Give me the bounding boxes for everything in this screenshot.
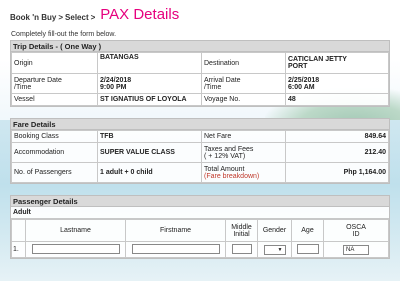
middle-header-line-1: Middle <box>231 223 252 231</box>
departure-label-line-1: Departure Date <box>14 76 62 84</box>
osca-id-header: OSCA ID <box>323 219 389 242</box>
departure-label: Departure Date /Time <box>11 73 98 94</box>
lastname-header: Lastname <box>25 219 126 242</box>
middle-initial-input[interactable] <box>231 243 252 254</box>
origin-value: BATANGAS <box>97 52 202 74</box>
gender-cell: ▼ <box>257 241 292 258</box>
breadcrumb-book-n-buy[interactable]: Book 'n Buy <box>10 13 56 22</box>
voyage-label: Voyage No. <box>201 93 286 106</box>
net-fare-label: Net Fare <box>201 130 286 143</box>
middle-header-line-2: Initial <box>233 230 250 238</box>
taxes-label: Taxes and Fees ( + 12% VAT) <box>201 142 286 163</box>
booking-class-value: TFB <box>97 130 202 143</box>
passengers-label: No. of Passengers <box>11 162 98 183</box>
booking-class-label: Booking Class <box>11 130 98 143</box>
lastname-input[interactable] <box>31 243 120 254</box>
gender-header: Gender <box>257 219 292 242</box>
departure-time: 9:00 PM <box>100 83 127 91</box>
breadcrumb-separator: > <box>90 13 96 22</box>
net-fare-value: 849.64 <box>285 130 389 143</box>
total-label-text: Total Amount <box>204 165 245 173</box>
row-number: 1. <box>11 241 26 258</box>
gender-select[interactable]: ▼ <box>263 244 286 255</box>
accommodation-value: SUPER VALUE CLASS <box>97 142 202 163</box>
taxes-label-line-2: ( + 12% VAT) <box>204 152 246 160</box>
firstname-input[interactable] <box>131 243 220 254</box>
fare-details-table: Booking Class TFB Net Fare 849.64 Accomm… <box>11 130 389 183</box>
breadcrumb-separator: > <box>58 13 64 22</box>
taxes-value: 212.40 <box>285 142 389 163</box>
total-label: Total Amount (Fare breakdown) <box>201 162 286 183</box>
departure-value: 2/24/2018 9:00 PM <box>97 73 202 94</box>
passenger-details-panel: Passenger Details Adult Lastname Firstna… <box>10 195 390 259</box>
middle-initial-header: Middle Initial <box>225 219 258 242</box>
vessel-value: ST IGNATIUS OF LOYOLA <box>97 93 202 106</box>
destination-label: Destination <box>201 52 286 74</box>
osca-header-line-2: ID <box>352 230 360 238</box>
trip-details-panel: Trip Details - ( One Way ) Origin BATANG… <box>10 40 390 107</box>
breadcrumb: Book 'n Buy > Select > PAX Details <box>10 0 390 28</box>
passengers-value: 1 adult + 0 child <box>97 162 202 183</box>
osca-header-line-1: OSCA <box>346 223 366 231</box>
arrival-label: Arrival Date /Time <box>201 73 286 94</box>
origin-label: Origin <box>11 52 98 74</box>
age-input[interactable] <box>296 243 319 254</box>
destination-line-2: PORT <box>288 63 308 70</box>
adult-group-label: Adult <box>11 207 389 219</box>
firstname-header: Firstname <box>125 219 226 242</box>
osca-id-input[interactable]: NA <box>343 244 369 255</box>
age-header: Age <box>291 219 324 242</box>
departure-label-line-2: /Time <box>14 83 32 91</box>
form-instruction: Completely fill-out the form below. <box>11 30 117 38</box>
middle-initial-cell <box>225 241 258 258</box>
total-value: Php 1,164.00 <box>285 162 389 183</box>
fare-details-header: Fare Details <box>11 119 389 130</box>
destination-value: CATICLAN JETTY PORT <box>285 52 389 74</box>
voyage-value: 48 <box>285 93 389 106</box>
chevron-down-icon: ▼ <box>277 246 283 253</box>
passenger-details-header: Passenger Details <box>11 196 389 207</box>
page-title: PAX Details <box>100 6 180 23</box>
arrival-label-line-2: /Time <box>204 83 222 91</box>
trip-details-table: Origin BATANGAS Destination CATICLAN JET… <box>11 52 389 106</box>
destination-line-1: CATICLAN JETTY <box>288 56 347 63</box>
accommodation-label: Accommodation <box>11 142 98 163</box>
passenger-table: Lastname Firstname Middle Initial Gender… <box>11 219 389 258</box>
arrival-label-line-1: Arrival Date <box>204 76 241 84</box>
vessel-label: Vessel <box>11 93 98 106</box>
fare-breakdown-link[interactable]: (Fare breakdown) <box>204 173 283 180</box>
fare-details-panel: Fare Details Booking Class TFB Net Fare … <box>10 118 390 184</box>
arrival-time: 6:00 AM <box>288 83 315 91</box>
firstname-cell <box>125 241 226 258</box>
lastname-cell <box>25 241 126 258</box>
breadcrumb-select[interactable]: Select <box>65 13 89 22</box>
row-number-header <box>11 219 26 242</box>
arrival-date: 2/25/2018 <box>288 76 320 84</box>
taxes-label-line-1: Taxes and Fees <box>204 145 254 153</box>
trip-details-header: Trip Details - ( One Way ) <box>11 41 389 52</box>
osca-id-cell: NA <box>323 241 389 258</box>
age-cell <box>291 241 324 258</box>
page-content: Book 'n Buy > Select > PAX Details Compl… <box>0 0 400 259</box>
arrival-value: 2/25/2018 6:00 AM <box>285 73 389 94</box>
departure-date: 2/24/2018 <box>100 76 132 84</box>
